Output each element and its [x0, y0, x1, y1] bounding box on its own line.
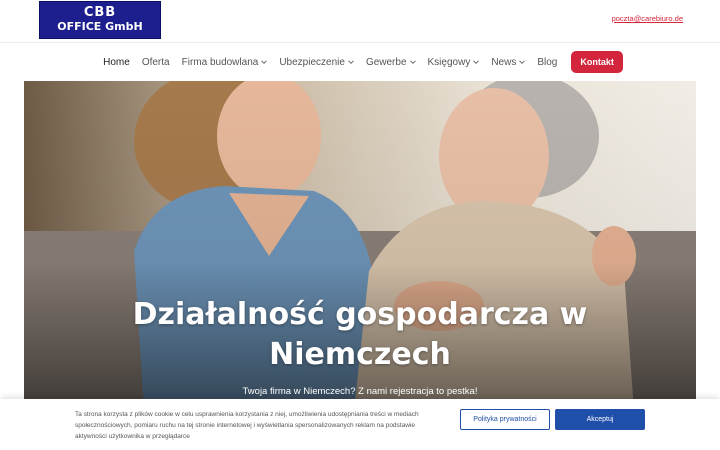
nav-item-label: Oferta	[141, 56, 170, 68]
hero-title: Działalność gospodarcza w Niemczech	[24, 295, 696, 375]
email-link[interactable]: poczta@carebiuro.de	[612, 14, 683, 23]
nav-item-label: Firma budowlana	[181, 56, 259, 68]
nav-item-blog[interactable]: Blog	[537, 57, 557, 68]
chevron-down-icon	[409, 59, 416, 65]
header-divider	[0, 42, 720, 43]
nav-item-label: Ubezpieczenie	[279, 56, 345, 68]
nav-item-label: Blog	[537, 56, 558, 68]
page: CBB OFFICE GmbH poczta@carebiuro.de Home…	[0, 0, 720, 450]
chevron-down-icon	[473, 59, 480, 65]
nav-item-firma-budowlana[interactable]: Firma budowlana	[182, 57, 268, 68]
nav-item-label: Home	[103, 56, 130, 68]
nav-item-news[interactable]: News	[491, 56, 526, 68]
hero-title-line1: Działalność gospodarcza w	[132, 297, 588, 332]
hero-title-line2: Niemczech	[269, 337, 451, 372]
nav-item-ksiegowy[interactable]: Księgowy	[428, 57, 480, 68]
cookie-banner: Ta strona korzysta z plików cookie w cel…	[0, 399, 720, 450]
nav-item-gewerbe[interactable]: Gewerbe	[366, 57, 416, 68]
privacy-policy-button[interactable]: Polityka prywatności	[460, 409, 550, 430]
logo[interactable]: CBB OFFICE GmbH	[39, 1, 161, 39]
chevron-down-icon	[519, 59, 526, 65]
hero-banner: Działalność gospodarcza w Niemczech Twoj…	[24, 81, 696, 411]
logo-line2: OFFICE GmbH	[57, 20, 143, 33]
hero-subtitle: Twoja firma w Niemczech? Z nami rejestra…	[242, 386, 478, 397]
cookie-text: Ta strona korzysta z plików cookie w cel…	[75, 411, 419, 440]
nav-item-label: News	[491, 56, 517, 68]
nav-item-label: Księgowy	[427, 56, 471, 68]
nav-item-label: Gewerbe	[365, 56, 407, 68]
logo-line1: CBB	[83, 5, 117, 20]
chevron-down-icon	[261, 59, 268, 65]
main-nav: Home Oferta Firma budowlana Ubezpieczeni…	[0, 50, 720, 74]
kontakt-button[interactable]: Kontakt	[571, 51, 623, 73]
nav-item-home[interactable]: Home	[103, 57, 130, 68]
nav-item-ubezpieczenie[interactable]: Ubezpieczenie	[279, 57, 354, 68]
nav-item-oferta[interactable]: Oferta	[142, 57, 170, 68]
accept-button[interactable]: Akceptuj	[555, 409, 645, 430]
chevron-down-icon	[348, 59, 354, 65]
